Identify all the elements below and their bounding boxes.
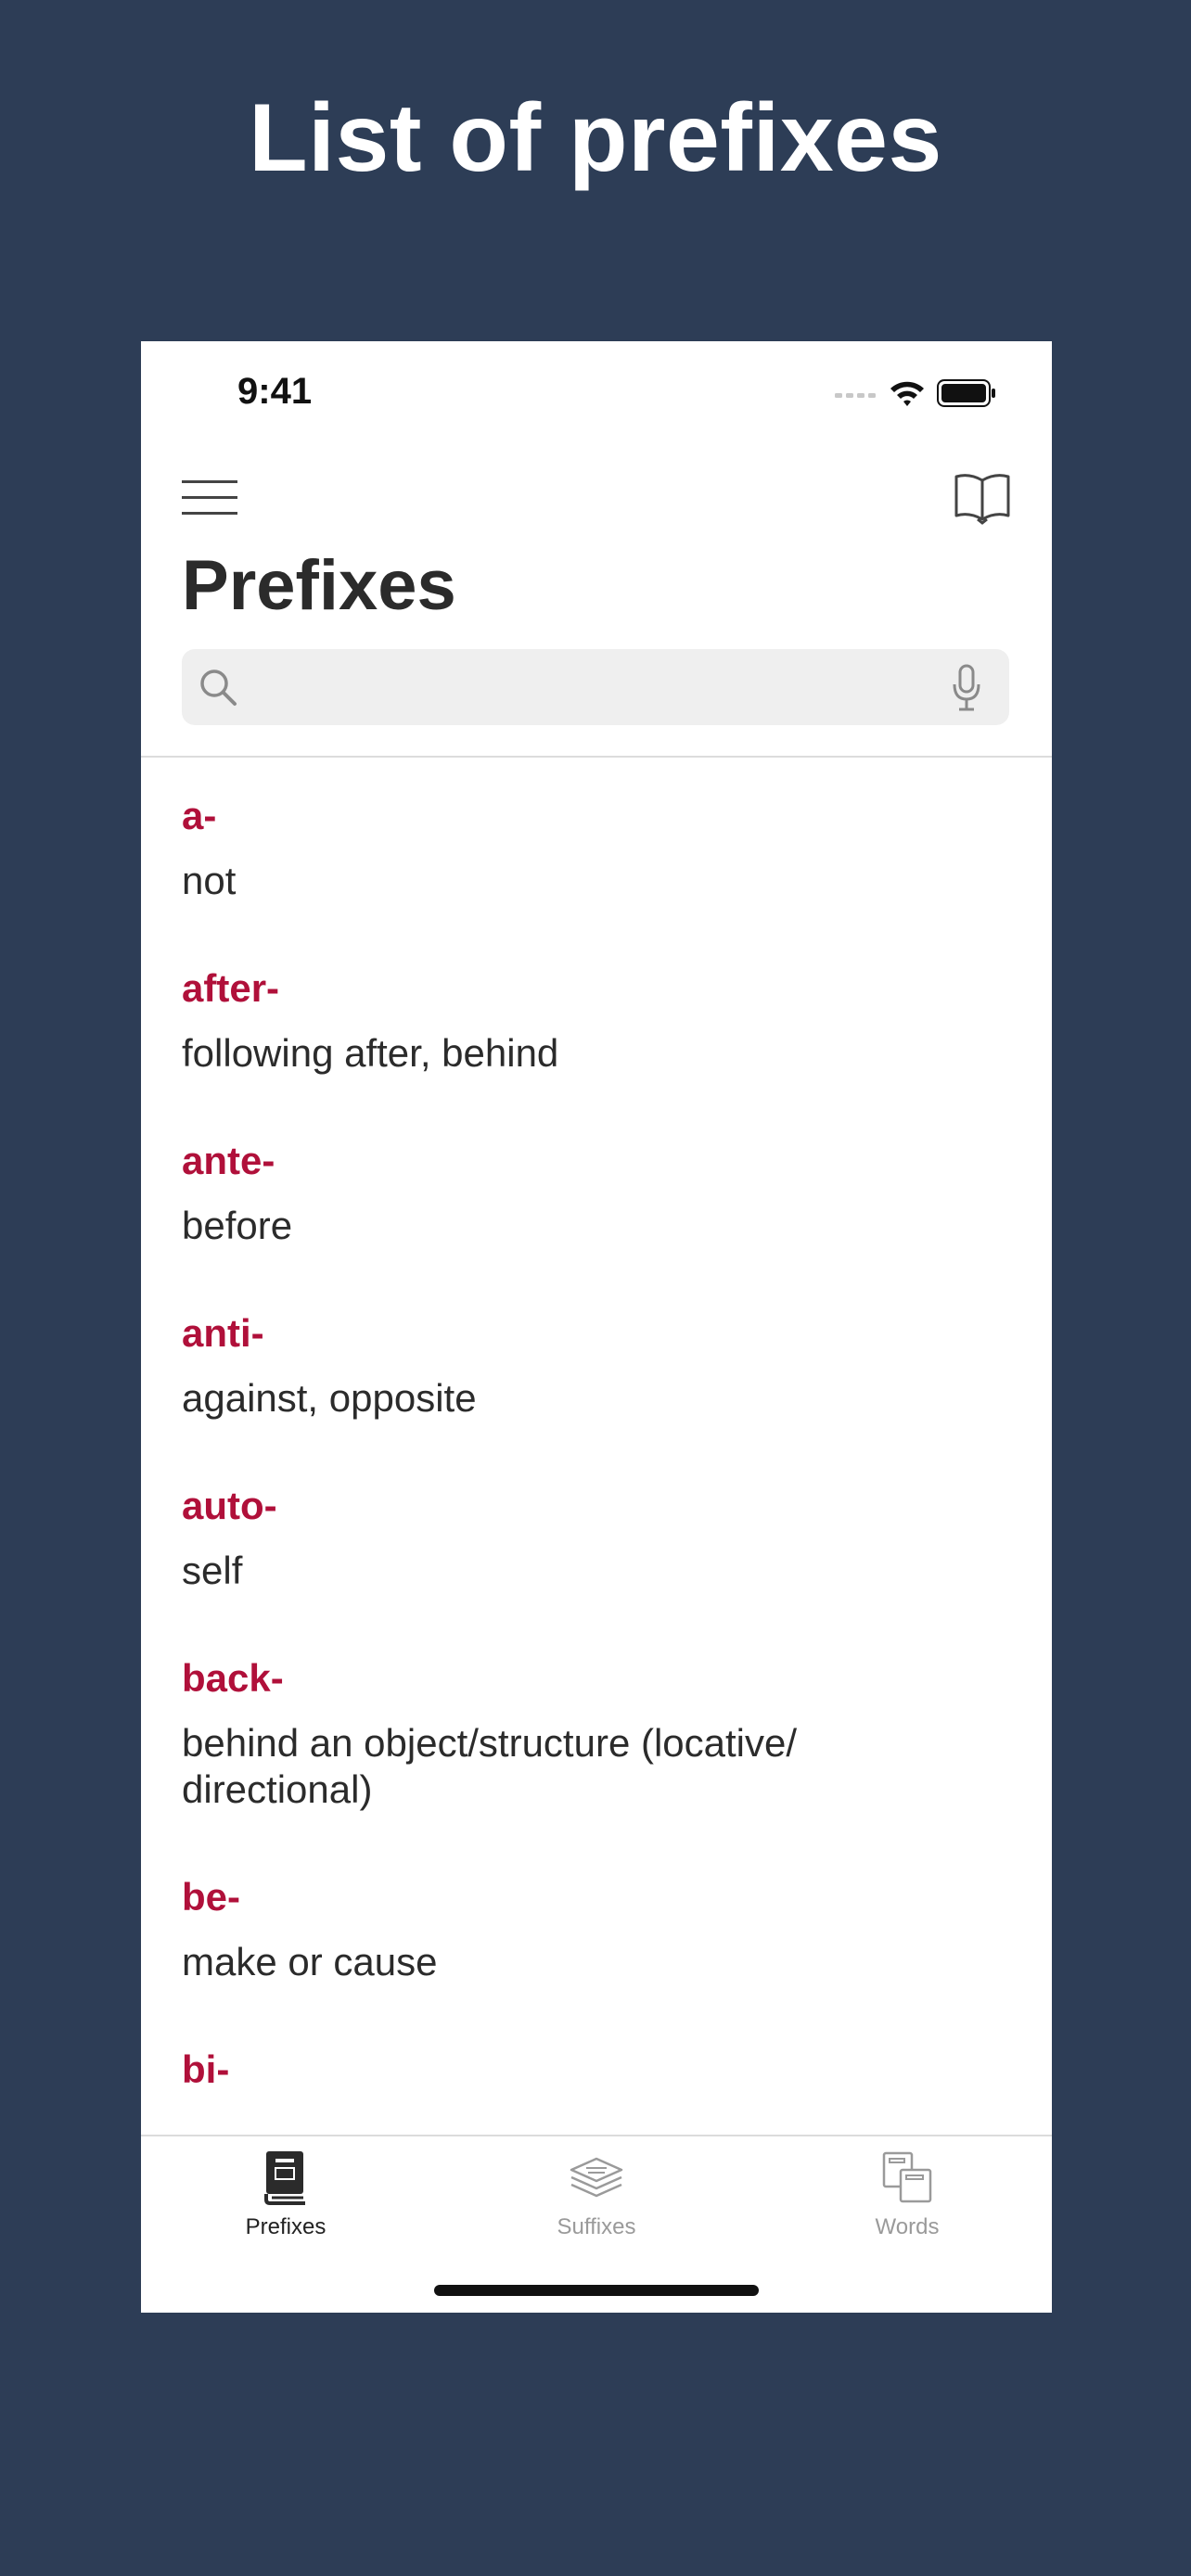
prefix-term: anti-	[182, 1311, 264, 1355]
list-item[interactable]: ante- before	[141, 1103, 1052, 1275]
battery-icon	[937, 379, 996, 412]
tab-label: Suffixes	[557, 2214, 636, 2239]
prefix-term: back-	[182, 1656, 284, 1700]
tab-words[interactable]: Words	[814, 2149, 1000, 2240]
status-time: 9:41	[237, 371, 313, 412]
tab-label: Words	[875, 2214, 940, 2239]
cards-icon	[814, 2149, 1000, 2209]
status-bar: 9:41	[141, 341, 1052, 443]
page-title: Prefixes	[182, 546, 456, 625]
prefix-term: after-	[182, 966, 280, 1010]
prefix-meaning: not	[182, 859, 237, 902]
list-item[interactable]: anti- against, opposite	[141, 1275, 1052, 1447]
prefix-term: be-	[182, 1875, 240, 1919]
layers-icon	[504, 2149, 689, 2209]
prefix-list[interactable]: a- not after- following after, behind an…	[141, 758, 1052, 2150]
tab-prefixes[interactable]: Prefixes	[193, 2149, 378, 2240]
list-item[interactable]: a- not	[141, 758, 1052, 930]
wifi-icon	[889, 378, 926, 413]
list-item[interactable]: bi-	[141, 2011, 1052, 2137]
list-item[interactable]: after- following after, behind	[141, 930, 1052, 1103]
prefix-meaning: make or cause	[182, 1940, 438, 1983]
tab-label: Prefixes	[245, 2214, 327, 2239]
prefix-term: a-	[182, 794, 217, 837]
prefix-meaning: against, opposite	[182, 1376, 477, 1420]
home-indicator[interactable]	[434, 2285, 759, 2296]
prefix-term: bi-	[182, 2047, 230, 2091]
search-input[interactable]	[249, 649, 939, 727]
list-item[interactable]: auto- self	[141, 1447, 1052, 1620]
prefix-term: ante-	[182, 1139, 275, 1182]
status-icons	[835, 378, 996, 413]
microphone-icon[interactable]	[952, 664, 981, 717]
list-item[interactable]: back- behind an object/structure (locati…	[141, 1620, 1052, 1839]
tab-suffixes[interactable]: Suffixes	[504, 2149, 689, 2240]
phone-screen: 9:41 Prefixes a- not after- following af…	[141, 341, 1052, 2313]
magnifier-icon	[198, 668, 237, 711]
prefix-meaning: before	[182, 1204, 293, 1247]
open-book-icon	[954, 474, 1011, 529]
promo-title: List of prefixes	[249, 84, 942, 192]
search-bar[interactable]	[182, 649, 1009, 727]
prefix-term: auto-	[182, 1484, 277, 1527]
menu-button[interactable]	[182, 477, 237, 519]
cellular-signal-icon	[835, 388, 877, 404]
list-item[interactable]: be- make or cause	[141, 1839, 1052, 2011]
navigation-bar	[141, 462, 1052, 536]
hamburger-menu-icon	[182, 480, 237, 523]
dictionary-button[interactable]	[954, 469, 1011, 525]
prefix-meaning: following after, behind	[182, 1031, 559, 1075]
book-stack-icon	[193, 2149, 378, 2209]
prefix-meaning: self	[182, 1549, 243, 1592]
prefix-meaning: behind an object/structure (locative/ di…	[182, 1721, 798, 1811]
